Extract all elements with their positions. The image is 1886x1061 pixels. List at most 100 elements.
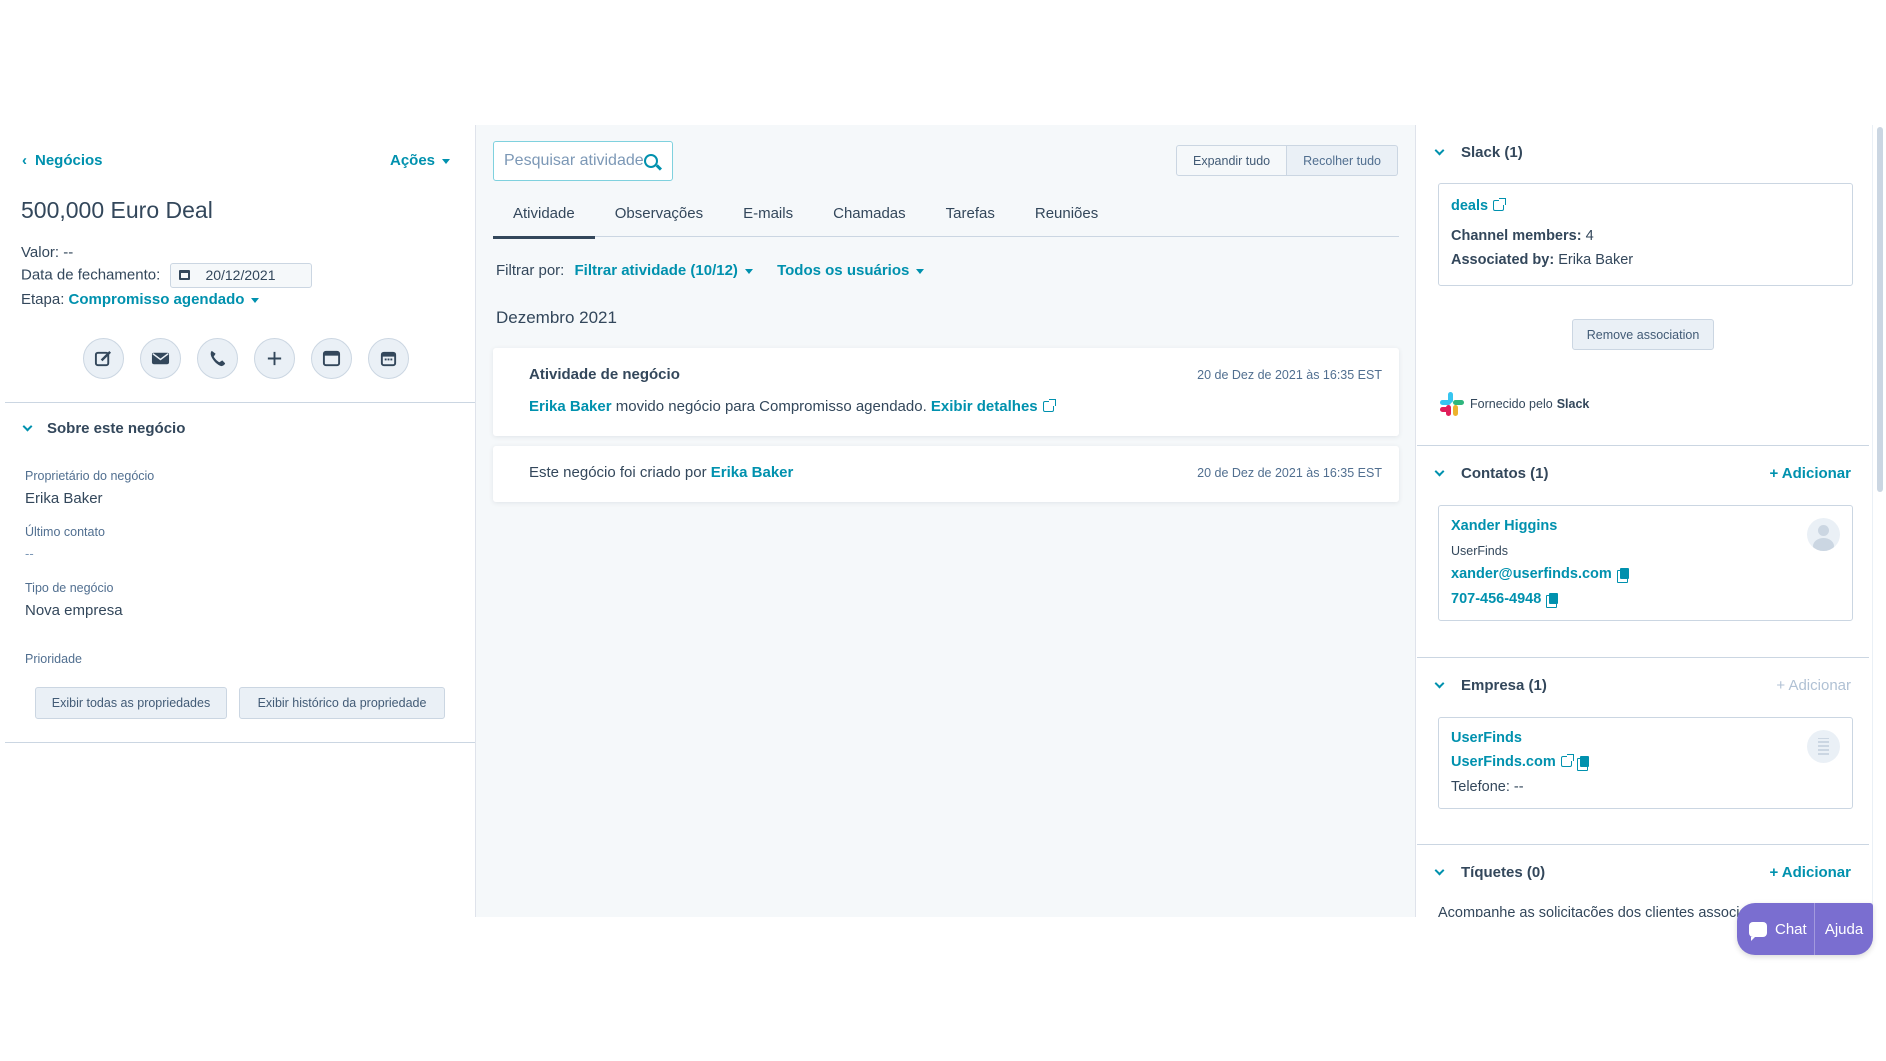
expand-collapse-toggle: Expandir tudo Recolher tudo [1176,145,1398,176]
deal-title: 500,000 Euro Deal [21,197,213,223]
tab-meetings[interactable]: Reuniões [1015,197,1118,237]
company-phone: Telefone: -- [1451,779,1524,795]
external-link-icon [1560,754,1574,767]
associations-sidebar: Slack (1) deals Channel members: 4 Assoc… [1417,125,1869,917]
company-domain-link[interactable]: UserFinds.com [1451,754,1574,770]
contact-phone-link[interactable]: 707-456-4948 [1451,591,1541,607]
expand-all-button[interactable]: Expandir tudo [1176,145,1288,176]
powered-by-slack: Fornecido pelo Slack [1438,390,1589,418]
quick-actions [83,338,409,379]
slack-card: deals Channel members: 4 Associated by: … [1438,183,1853,286]
chevron-down-icon [1434,145,1445,156]
building-icon [1807,730,1840,763]
chat-bubble-icon [1749,921,1767,941]
view-all-properties-button[interactable]: Exibir todas as propriedades [35,687,227,719]
search-icon[interactable] [644,154,658,168]
card-timestamp: 20 de Dez de 2021 às 16:35 EST [1197,368,1382,382]
divider [5,402,475,403]
deal-amount: Valor: -- [21,244,74,261]
user-link[interactable]: Erika Baker [711,464,794,481]
filter-users-dropdown[interactable]: Todos os usuários [777,262,925,279]
meeting-button[interactable] [368,338,409,379]
deal-type-value[interactable]: Nova empresa [25,602,123,619]
contacts-section-toggle[interactable]: Contatos (1) [1434,465,1549,482]
calendar-icon [380,351,397,367]
chevron-down-icon [1434,865,1445,876]
about-section-toggle[interactable]: Sobre este negócio [22,420,185,437]
slack-channel-link[interactable]: deals [1451,198,1507,214]
tab-calls[interactable]: Chamadas [813,197,926,237]
stage-dropdown[interactable]: Compromisso agendado [69,291,260,308]
remove-association-button[interactable]: Remove association [1572,319,1714,350]
deal-type-label: Tipo de negócio [25,581,114,595]
help-button[interactable]: Ajuda [1815,921,1873,938]
tab-tasks[interactable]: Tarefas [926,197,1015,237]
collapse-all-button[interactable]: Recolher tudo [1287,145,1398,176]
scrollbar[interactable] [1872,125,1886,917]
copy-icon[interactable] [1576,756,1589,771]
caret-down-icon [442,158,451,164]
log-activity-button[interactable] [311,338,352,379]
chevron-down-icon [1434,678,1445,689]
associated-by: Associated by: Erika Baker [1451,252,1634,268]
chevron-down-icon [22,421,33,432]
card-title: Atividade de negócio [529,366,680,383]
contact-email-row: xander@userfinds.com [1451,566,1629,583]
filter-activity-dropdown[interactable]: Filtrar atividade (10/12) [575,262,753,279]
chat-button[interactable]: Chat [1737,903,1815,955]
card-body: Erika Baker movido negócio para Compromi… [529,398,1056,415]
last-contact-label: Último contato [25,525,105,539]
actions-dropdown[interactable]: Ações [390,152,451,169]
deal-activity-card[interactable]: Atividade de negócio 20 de Dez de 2021 à… [493,348,1399,436]
slack-section-toggle[interactable]: Slack (1) [1434,144,1523,161]
deal-created-card[interactable]: Este negócio foi criado por Erika Baker … [493,446,1399,502]
stage-row: Etapa: Compromisso agendado [21,291,260,308]
divider [1417,844,1869,845]
contact-phone-row: 707-456-4948 [1451,591,1559,608]
add-button[interactable] [254,338,295,379]
external-link-icon [1493,198,1507,211]
scrollbar-thumb[interactable] [1877,127,1883,492]
tickets-section-toggle[interactable]: Tíquetes (0) [1434,864,1545,881]
add-contact-button[interactable]: + Adicionar [1769,465,1851,482]
caret-down-icon [251,297,260,303]
contact-name-link[interactable]: Xander Higgins [1451,518,1557,534]
edit-note-icon [94,351,111,367]
plus-icon [267,351,282,366]
tab-notes[interactable]: Observações [595,197,723,237]
caret-down-icon [916,268,925,274]
activity-tabs: Atividade Observações E-mails Chamadas T… [493,197,1399,239]
divider [5,742,475,743]
close-date-row: Data de fechamento: 20/12/2021 [21,263,313,288]
contact-company: UserFinds [1451,544,1508,558]
deal-record-page: ‹ Negócios Ações 500,000 Euro Deal Valor:… [0,125,1886,917]
calendar-icon [179,270,191,280]
back-to-deals-link[interactable]: ‹ Negócios [22,152,103,169]
contact-email-link[interactable]: xander@userfinds.com [1451,566,1612,582]
last-contact-value[interactable]: -- [25,546,34,561]
activity-timeline: Pesquisar atividade Expandir tudo Recolh… [475,125,1416,917]
view-property-history-button[interactable]: Exibir histórico da propriedade [239,687,445,719]
caret-down-icon [744,268,753,274]
tab-activity[interactable]: Atividade [493,197,595,239]
tab-emails[interactable]: E-mails [723,197,813,237]
company-name-link[interactable]: UserFinds [1451,730,1522,746]
deal-owner-label: Proprietário do negócio [25,469,155,483]
activity-search-input[interactable]: Pesquisar atividade [493,141,673,181]
copy-icon[interactable] [1616,568,1629,583]
copy-icon[interactable] [1546,593,1559,608]
note-button[interactable] [83,338,124,379]
close-date-input[interactable]: 20/12/2021 [170,263,313,288]
company-section-toggle[interactable]: Empresa (1) [1434,677,1547,694]
envelope-icon [151,352,170,365]
window-icon [322,350,341,367]
email-button[interactable] [140,338,181,379]
add-ticket-button[interactable]: + Adicionar [1769,864,1851,881]
call-button[interactable] [197,338,238,379]
view-details-link[interactable]: Exibir detalhes [931,398,1056,415]
add-company-button[interactable]: + Adicionar [1776,677,1851,694]
chevron-down-icon [1434,466,1445,477]
user-link[interactable]: Erika Baker [529,398,612,415]
deal-owner-value[interactable]: Erika Baker [25,490,103,507]
chevron-left-icon: ‹ [22,152,27,169]
